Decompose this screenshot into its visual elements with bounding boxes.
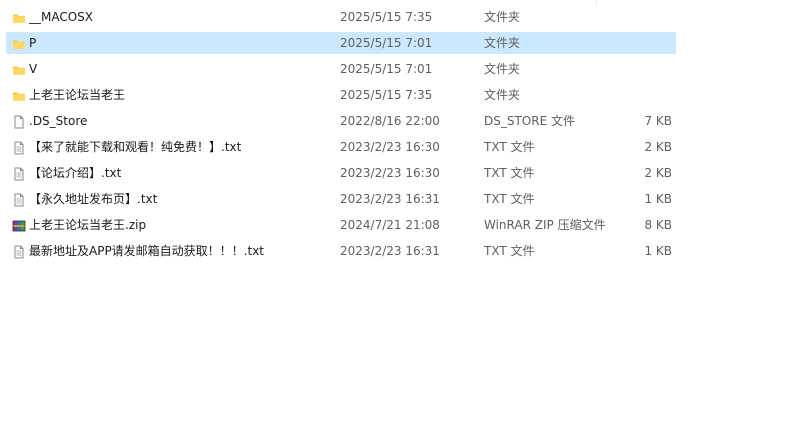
file-row-permanent-address-txt[interactable]: 【永久地址发布页】.txt 2023/2/23 16:31 TXT 文件 1 K… <box>6 188 676 210</box>
winrar-archive-icon <box>12 218 26 232</box>
file-date: 2025/5/15 7:35 <box>340 88 433 102</box>
file-date: 2023/2/23 16:31 <box>340 244 440 258</box>
file-date: 2023/2/23 16:31 <box>340 192 440 206</box>
file-row-macosx[interactable]: __MACOSX 2025/5/15 7:35 文件夹 <box>6 6 676 28</box>
file-size: 2 KB <box>644 166 672 180</box>
file-size: 2 KB <box>644 140 672 154</box>
file-size: 1 KB <box>644 192 672 206</box>
file-date: 2025/5/15 7:01 <box>340 36 433 50</box>
file-name: 上老王论坛当老王.zip <box>29 218 147 232</box>
file-list: __MACOSX 2025/5/15 7:35 文件夹 P 2025/5/15 … <box>0 0 800 438</box>
file-name: __MACOSX <box>29 10 94 24</box>
file-name: V <box>29 62 38 76</box>
file-row-latest-address-txt[interactable]: 最新地址及APP请发邮箱自动获取！！！.txt 2023/2/23 16:31 … <box>6 240 676 262</box>
file-name: 最新地址及APP请发邮箱自动获取！！！.txt <box>29 244 265 258</box>
file-row-ds-store[interactable]: .DS_Store 2022/8/16 22:00 DS_STORE 文件 7 … <box>6 110 676 132</box>
file-name: 【来了就能下载和观看！纯免费！】.txt <box>29 140 242 154</box>
text-file-icon <box>12 244 26 259</box>
file-type: 文件夹 <box>484 10 521 24</box>
file-type: 文件夹 <box>484 62 521 76</box>
file-row-laowang-zip[interactable]: 上老王论坛当老王.zip 2024/7/21 21:08 WinRAR ZIP … <box>6 214 676 236</box>
folder-icon <box>12 36 26 50</box>
file-date: 2023/2/23 16:30 <box>340 140 440 154</box>
text-file-icon <box>12 192 26 207</box>
file-name: .DS_Store <box>29 114 88 128</box>
column-divider <box>596 0 597 4</box>
file-date: 2025/5/15 7:35 <box>340 10 433 24</box>
folder-icon <box>12 62 26 76</box>
file-type: WinRAR ZIP 压缩文件 <box>484 218 606 232</box>
file-type: TXT 文件 <box>484 244 535 258</box>
file-type: 文件夹 <box>484 36 521 50</box>
file-name: 【论坛介绍】.txt <box>29 166 122 180</box>
file-row-forum-intro-txt[interactable]: 【论坛介绍】.txt 2023/2/23 16:30 TXT 文件 2 KB <box>6 162 676 184</box>
file-date: 2023/2/23 16:30 <box>340 166 440 180</box>
file-size: 7 KB <box>644 114 672 128</box>
text-file-icon <box>12 166 26 181</box>
file-type: DS_STORE 文件 <box>484 114 575 128</box>
file-name: P <box>29 36 37 50</box>
file-type: TXT 文件 <box>484 166 535 180</box>
text-file-icon <box>12 140 26 155</box>
file-row-free-download-txt[interactable]: 【来了就能下载和观看！纯免费！】.txt 2023/2/23 16:30 TXT… <box>6 136 676 158</box>
folder-icon <box>12 10 26 24</box>
folder-icon <box>12 88 26 102</box>
file-size: 8 KB <box>644 218 672 232</box>
file-row-v[interactable]: V 2025/5/15 7:01 文件夹 <box>6 58 676 80</box>
file-name: 上老王论坛当老王 <box>29 88 126 102</box>
file-type: TXT 文件 <box>484 140 535 154</box>
file-type: 文件夹 <box>484 88 521 102</box>
file-row-p[interactable]: P 2025/5/15 7:01 文件夹 <box>6 32 676 54</box>
file-type: TXT 文件 <box>484 192 535 206</box>
file-size: 1 KB <box>644 244 672 258</box>
blank-file-icon <box>12 114 26 129</box>
file-name: 【永久地址发布页】.txt <box>29 192 158 206</box>
file-date: 2025/5/15 7:01 <box>340 62 433 76</box>
file-row-laowang-folder[interactable]: 上老王论坛当老王 2025/5/15 7:35 文件夹 <box>6 84 676 106</box>
file-date: 2022/8/16 22:00 <box>340 114 440 128</box>
file-date: 2024/7/21 21:08 <box>340 218 440 232</box>
